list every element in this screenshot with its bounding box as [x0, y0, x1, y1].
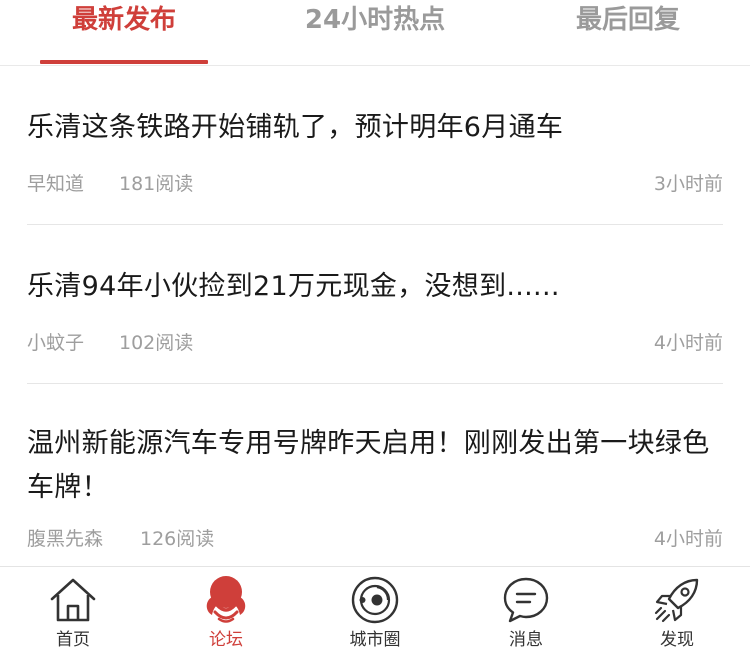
- city-circle-icon: [350, 575, 400, 625]
- tab-bar: 最新发布 24小时热点 最后回复: [0, 0, 750, 66]
- nav-forum[interactable]: 论坛: [171, 567, 281, 650]
- article-meta: 腹黑先森 126阅读 4小时前: [27, 526, 723, 552]
- article-item[interactable]: 乐清这条铁路开始铺轨了，预计明年6月通车 早知道 181阅读 3小时前: [27, 106, 723, 197]
- nav-discover[interactable]: 发现: [622, 567, 732, 650]
- list-divider: [27, 224, 723, 225]
- article-title: 乐清94年小伙捡到21万元现金，没想到......: [27, 271, 560, 302]
- nav-home-label: 首页: [56, 630, 90, 650]
- article-read-count: 181阅读: [119, 173, 194, 195]
- article-time: 3小时前: [653, 173, 723, 195]
- article-title: 温州新能源汽车专用号牌昨天启用！刚刚发出第一块绿色车牌！: [27, 428, 710, 503]
- forum-page: 最新发布 24小时热点 最后回复 乐清这条铁路开始铺轨了，预计明年6月通车 早知…: [0, 0, 750, 650]
- bottom-nav: 首页 论坛 城市圈 消息 发现: [0, 566, 750, 650]
- article-author: 早知道: [27, 173, 85, 195]
- nav-messages[interactable]: 消息: [471, 567, 581, 650]
- article-author: 小蚊子: [27, 332, 85, 354]
- tab-last-reply[interactable]: 最后回复: [548, 0, 708, 40]
- article-author: 腹黑先森: [27, 528, 104, 550]
- article-title: 乐清这条铁路开始铺轨了，预计明年6月通车: [27, 112, 564, 143]
- nav-forum-label: 论坛: [209, 630, 243, 650]
- tab-latest[interactable]: 最新发布: [40, 0, 208, 40]
- list-divider: [27, 383, 723, 384]
- nav-discover-label: 发现: [660, 630, 694, 650]
- article-time: 4小时前: [653, 332, 723, 354]
- home-icon: [48, 575, 98, 625]
- article-read-count: 102阅读: [119, 332, 194, 354]
- article-meta: 小蚊子 102阅读 4小时前: [27, 330, 723, 356]
- article-meta: 早知道 181阅读 3小时前: [27, 171, 723, 197]
- nav-messages-label: 消息: [509, 630, 543, 650]
- article-read-count: 126阅读: [140, 528, 215, 550]
- message-icon: [501, 575, 551, 625]
- article-item[interactable]: 温州新能源汽车专用号牌昨天启用！刚刚发出第一块绿色车牌！ 腹黑先森 126阅读 …: [27, 422, 723, 552]
- nav-city-circle[interactable]: 城市圈: [320, 567, 430, 650]
- tab-24h-hot[interactable]: 24小时热点: [290, 0, 460, 40]
- forum-icon: [201, 575, 251, 625]
- article-item[interactable]: 乐清94年小伙捡到21万元现金，没想到...... 小蚊子 102阅读 4小时前: [27, 265, 723, 356]
- active-tab-indicator: [40, 60, 208, 64]
- rocket-icon: [652, 575, 702, 625]
- nav-city-circle-label: 城市圈: [349, 630, 401, 650]
- article-time: 4小时前: [653, 528, 723, 550]
- nav-home[interactable]: 首页: [18, 567, 128, 650]
